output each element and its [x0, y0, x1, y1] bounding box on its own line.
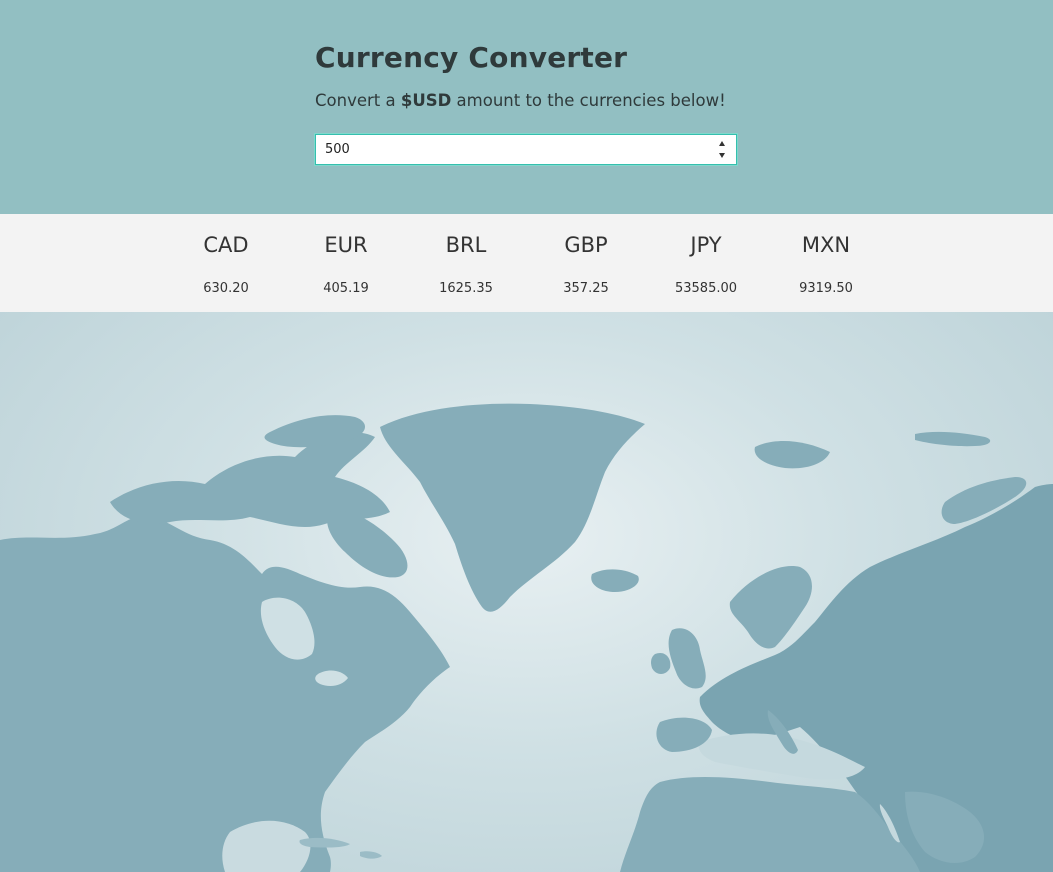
rate-code: CAD	[203, 233, 249, 257]
subtitle: Convert a $USD amount to the currencies …	[315, 90, 737, 112]
iceland-shape	[591, 569, 639, 592]
baffin-island-shape	[327, 511, 408, 578]
rate-value: 630.20	[203, 281, 249, 296]
world-map-image	[0, 403, 1053, 872]
scandinavia-shape	[729, 566, 812, 649]
rate-value: 405.19	[323, 281, 369, 296]
rate-value: 1625.35	[439, 281, 493, 296]
rate-code: MXN	[801, 233, 851, 257]
ireland-shape	[651, 652, 671, 674]
rates-bar: CAD 630.20 EUR 405.19 BRL 1625.35 GBP 35…	[0, 214, 1053, 312]
franz-josef-shape	[915, 431, 991, 447]
rate-value: 357.25	[563, 281, 609, 296]
rate-value: 53585.00	[674, 281, 738, 296]
svalbard-shape	[754, 440, 830, 469]
header-content: Currency Converter Convert a $USD amount…	[315, 40, 737, 165]
rate-code: GBP	[564, 233, 608, 257]
world-map-background	[0, 312, 1053, 872]
header: Currency Converter Convert a $USD amount…	[0, 0, 1053, 214]
rate-value: 9319.50	[799, 281, 853, 296]
page-title: Currency Converter	[315, 41, 628, 74]
rate-code: JPY	[690, 233, 722, 257]
amount-spinner[interactable]	[716, 141, 728, 158]
amount-input[interactable]	[316, 135, 708, 164]
amount-field[interactable]	[315, 134, 737, 165]
subtitle-currency: $USD	[400, 91, 452, 110]
cuba-shape	[299, 837, 350, 848]
rate-code: BRL	[445, 233, 487, 257]
spin-down-icon[interactable]	[719, 153, 725, 158]
rate-code: EUR	[324, 233, 368, 257]
spin-up-icon[interactable]	[719, 141, 725, 146]
subtitle-prefix: Convert a	[315, 91, 401, 110]
subtitle-suffix: amount to the currencies below!	[451, 91, 726, 110]
united-kingdom-shape	[668, 628, 706, 689]
caribbean-island-shape	[360, 851, 382, 859]
